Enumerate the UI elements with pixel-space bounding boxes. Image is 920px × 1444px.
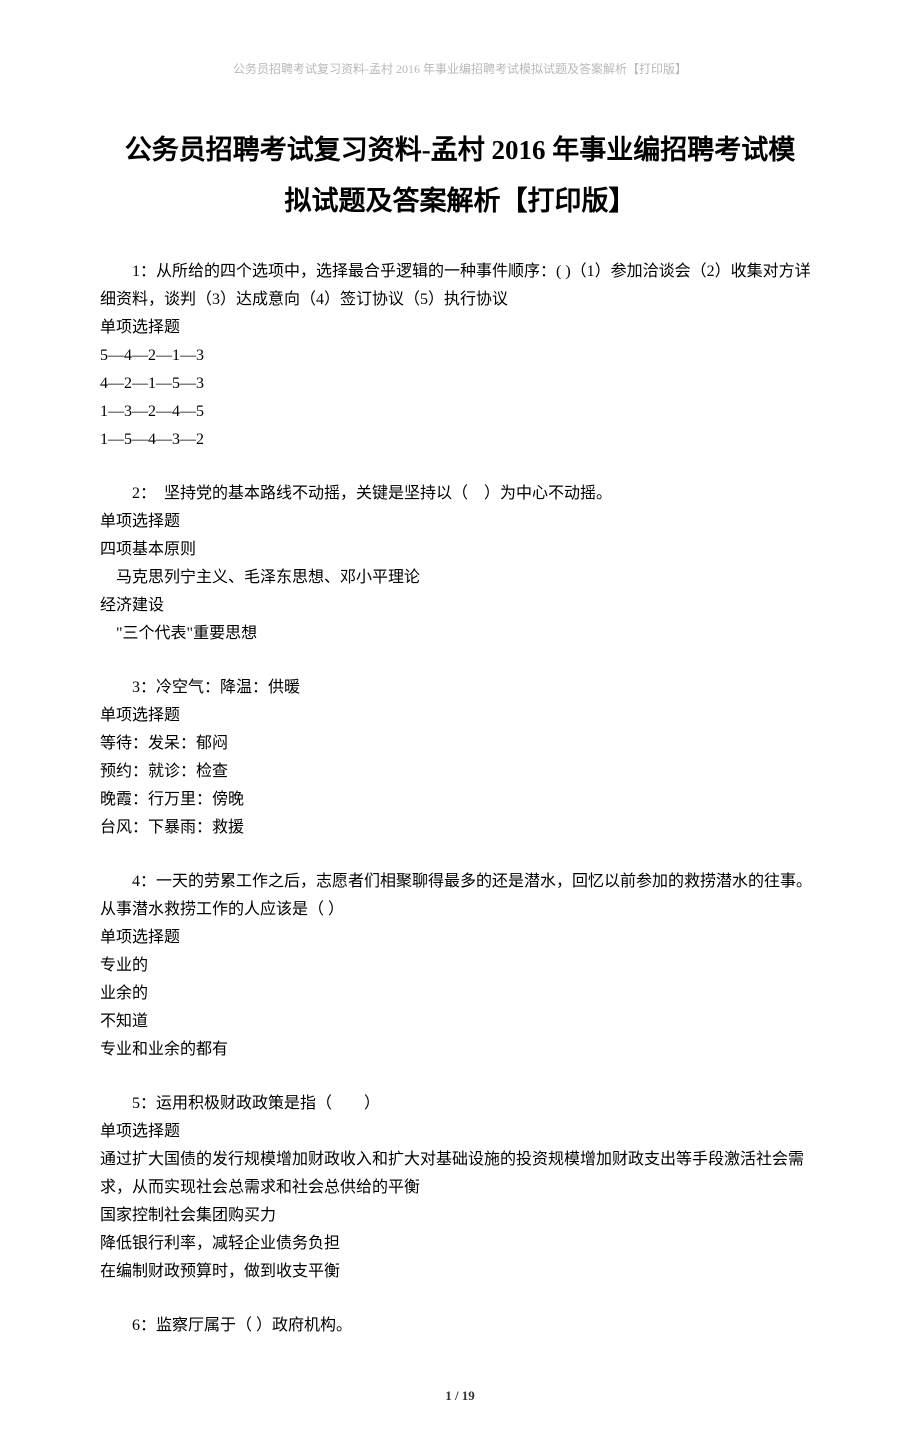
question-4: 4：一天的劳累工作之后，志愿者们相聚聊得最多的还是潜水，回忆以前参加的救捞潜水的… <box>100 868 820 1064</box>
question-stem: 5：运用积极财政政策是指（ ） <box>100 1090 820 1118</box>
question-1: 1：从所给的四个选项中，选择最合乎逻辑的一种事件顺序：( )（1）参加洽谈会（2… <box>100 258 820 454</box>
question-type: 单项选择题 <box>100 1118 820 1146</box>
page-number: 1 / 19 <box>100 1388 820 1404</box>
option-b: 国家控制社会集团购买力 <box>100 1202 820 1230</box>
question-stem: 1：从所给的四个选项中，选择最合乎逻辑的一种事件顺序：( )（1）参加洽谈会（2… <box>100 258 820 314</box>
option-b: 4—2—1—5—3 <box>100 370 820 398</box>
question-2: 2： 坚持党的基本路线不动摇，关键是坚持以（ ）为中心不动摇。 单项选择题 四项… <box>100 480 820 648</box>
question-stem: 2： 坚持党的基本路线不动摇，关键是坚持以（ ）为中心不动摇。 <box>100 480 820 508</box>
option-c: 晚霞：行万里：傍晚 <box>100 786 820 814</box>
option-b: 业余的 <box>100 980 820 1008</box>
option-b: 预约：就诊：检查 <box>100 758 820 786</box>
question-type: 单项选择题 <box>100 314 820 342</box>
option-d: 台风：下暴雨：救援 <box>100 814 820 842</box>
option-c: 1—3—2—4—5 <box>100 398 820 426</box>
option-d: 在编制财政预算时，做到收支平衡 <box>100 1258 820 1286</box>
option-c: 不知道 <box>100 1008 820 1036</box>
question-type: 单项选择题 <box>100 508 820 536</box>
question-6: 6：监察厅属于（ ）政府机构。 <box>100 1312 820 1340</box>
question-3: 3：冷空气：降温：供暖 单项选择题 等待：发呆：郁闷 预约：就诊：检查 晚霞：行… <box>100 674 820 842</box>
option-c: 经济建设 <box>100 592 820 620</box>
title-line-2: 拟试题及答案解析【打印版】 <box>100 176 820 227</box>
question-stem: 3：冷空气：降温：供暖 <box>100 674 820 702</box>
option-c: 降低银行利率，减轻企业债务负担 <box>100 1230 820 1258</box>
page-header: 公务员招聘考试复习资料-孟村 2016 年事业编招聘考试模拟试题及答案解析【打印… <box>100 60 820 77</box>
option-d: 专业和业余的都有 <box>100 1036 820 1064</box>
option-a: 四项基本原则 <box>100 536 820 564</box>
question-stem: 4：一天的劳累工作之后，志愿者们相聚聊得最多的还是潜水，回忆以前参加的救捞潜水的… <box>100 868 820 924</box>
option-a: 通过扩大国债的发行规模增加财政收入和扩大对基础设施的投资规模增加财政支出等手段激… <box>100 1146 820 1202</box>
page-container: 公务员招聘考试复习资料-孟村 2016 年事业编招聘考试模拟试题及答案解析【打印… <box>0 0 920 1444</box>
document-title: 公务员招聘考试复习资料-孟村 2016 年事业编招聘考试模 拟试题及答案解析【打… <box>100 125 820 228</box>
option-d: 1—5—4—3—2 <box>100 426 820 454</box>
title-line-1: 公务员招聘考试复习资料-孟村 2016 年事业编招聘考试模 <box>100 125 820 176</box>
option-a: 专业的 <box>100 952 820 980</box>
question-type: 单项选择题 <box>100 702 820 730</box>
content-body: 1：从所给的四个选项中，选择最合乎逻辑的一种事件顺序：( )（1）参加洽谈会（2… <box>100 258 820 1340</box>
option-b: 马克思列宁主义、毛泽东思想、邓小平理论 <box>100 564 820 592</box>
option-a: 5—4—2—1—3 <box>100 342 820 370</box>
question-5: 5：运用积极财政政策是指（ ） 单项选择题 通过扩大国债的发行规模增加财政收入和… <box>100 1090 820 1286</box>
option-d: "三个代表"重要思想 <box>100 620 820 648</box>
question-type: 单项选择题 <box>100 924 820 952</box>
question-stem: 6：监察厅属于（ ）政府机构。 <box>100 1312 820 1340</box>
option-a: 等待：发呆：郁闷 <box>100 730 820 758</box>
